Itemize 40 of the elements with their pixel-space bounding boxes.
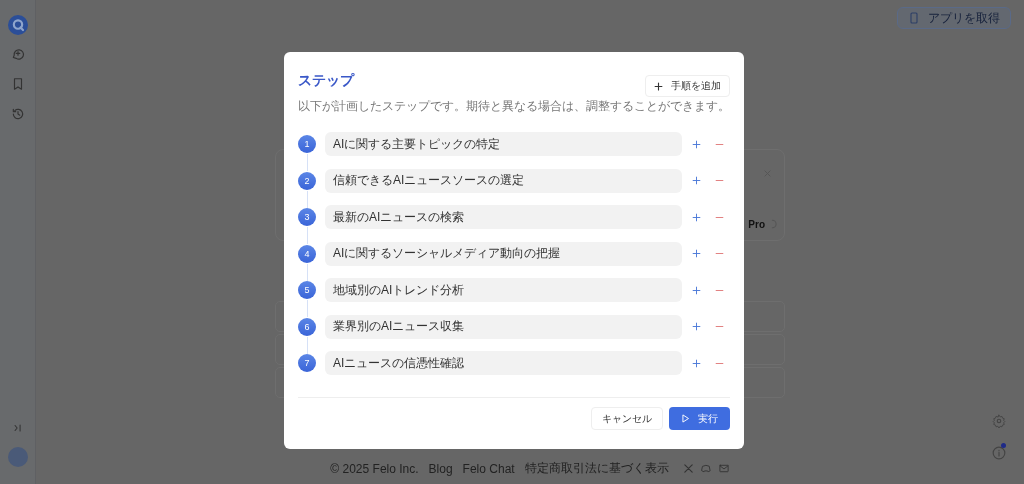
model-label: Pro — [748, 218, 765, 230]
step-number: 6 — [298, 317, 316, 336]
plus-icon[interactable] — [692, 139, 701, 149]
step-field[interactable]: AIニュースの信憑性確認 — [325, 351, 682, 375]
history-icon[interactable] — [10, 107, 25, 121]
plus-icon[interactable] — [692, 358, 701, 368]
step-field[interactable]: AIに関するソーシャルメディア動向の把握 — [325, 241, 682, 266]
step-number: 2 — [298, 171, 316, 190]
plus-icon[interactable] — [692, 212, 701, 222]
run-button[interactable]: 実行 — [669, 407, 730, 430]
cancel-button[interactable]: キャンセル — [591, 407, 663, 430]
new-chat-icon[interactable] — [10, 47, 25, 61]
plus-icon[interactable] — [692, 176, 701, 185]
add-step-button[interactable]: 手順を追加 — [645, 75, 730, 97]
copyright-text: © 2025 Felo Inc. — [330, 461, 419, 476]
logo-icon[interactable] — [7, 15, 28, 35]
plus-icon — [654, 81, 663, 91]
step-number: 4 — [298, 244, 316, 263]
step-field[interactable]: 信頼できるAIニュースソースの選定 — [325, 168, 682, 193]
step-field[interactable]: 地域別のAIトレンド分析 — [325, 278, 682, 302]
play-icon — [681, 414, 690, 423]
expand-sidebar-icon[interactable] — [12, 423, 23, 433]
plus-icon[interactable] — [692, 285, 701, 295]
plus-icon[interactable] — [692, 249, 701, 258]
settings-icon[interactable] — [992, 414, 1006, 428]
step-field[interactable]: 最新のAIニュースの検索 — [325, 205, 682, 229]
notification-dot — [1001, 443, 1006, 448]
dialog-subtitle: 以下が計画したステップです。期待と異なる場合は、調整することができます。 — [298, 98, 730, 115]
mail-icon[interactable] — [717, 463, 730, 474]
step-number: 7 — [298, 354, 316, 372]
info-icon[interactable] — [992, 446, 1006, 460]
dialog-title: ステップ — [298, 72, 356, 90]
x-logo-icon[interactable] — [682, 463, 694, 474]
phone-icon — [908, 11, 920, 25]
step-field[interactable]: 業界別のAIニュース収集 — [325, 314, 682, 339]
step-number: 5 — [298, 281, 316, 299]
plus-icon[interactable] — [692, 322, 701, 331]
step-field[interactable]: AIに関する主要トピックの特定 — [325, 132, 682, 156]
step-number: 1 — [298, 135, 316, 153]
step-number: 3 — [298, 208, 316, 226]
